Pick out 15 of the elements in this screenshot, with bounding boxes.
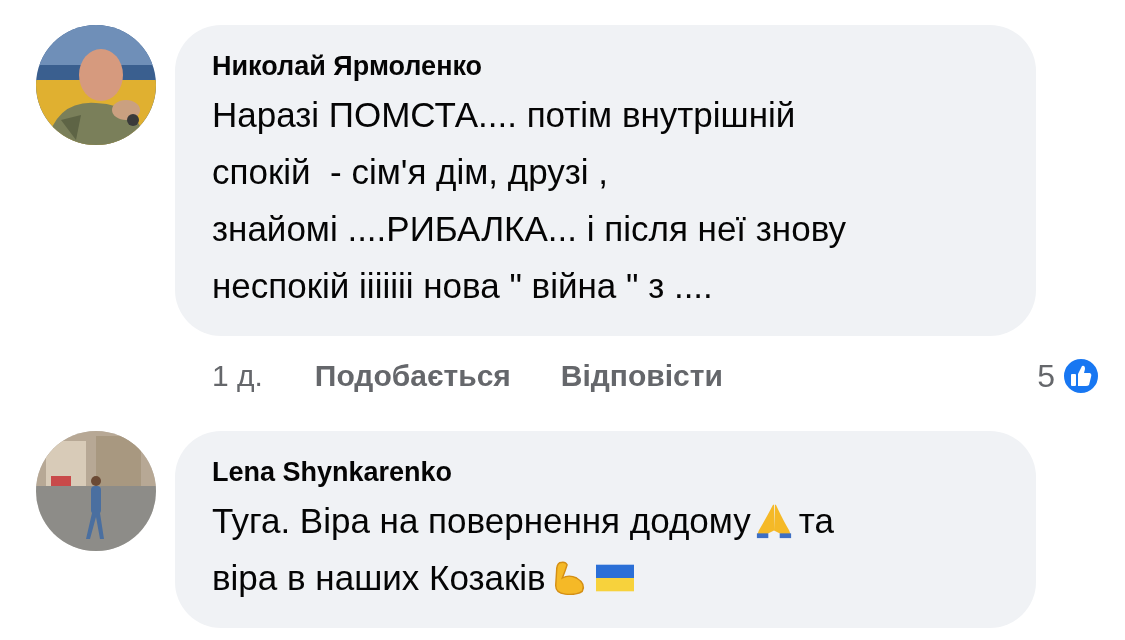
comment-text: знайомі ....РИБАЛКА... і після неї знову [212, 208, 846, 250]
author-name[interactable]: Lena Shynkarenko [212, 457, 1002, 488]
comment-time[interactable]: 1 д. [212, 359, 263, 393]
comment-text: та [798, 500, 834, 542]
comment-text: Наразі ПОМСТА.... потім внутрішній [212, 94, 796, 136]
comment-text: спокій - сім'я дім, друзі , [212, 151, 609, 193]
like-button[interactable]: Подобається [314, 359, 511, 393]
thumbs-up-icon [1061, 356, 1101, 396]
comment-text: віра в наших Козаків [212, 557, 546, 599]
comment-text: неспокій ііііііі нова " війна " з .... [212, 265, 713, 307]
flag-icon [595, 563, 634, 592]
reaction-count[interactable]: 5 [1037, 357, 1055, 395]
comment-text: Туга. Віра на повернення додому [212, 500, 751, 542]
reply-button[interactable]: Відповісти [560, 359, 723, 393]
author-name[interactable]: Николай Ярмоленко [212, 51, 1002, 82]
